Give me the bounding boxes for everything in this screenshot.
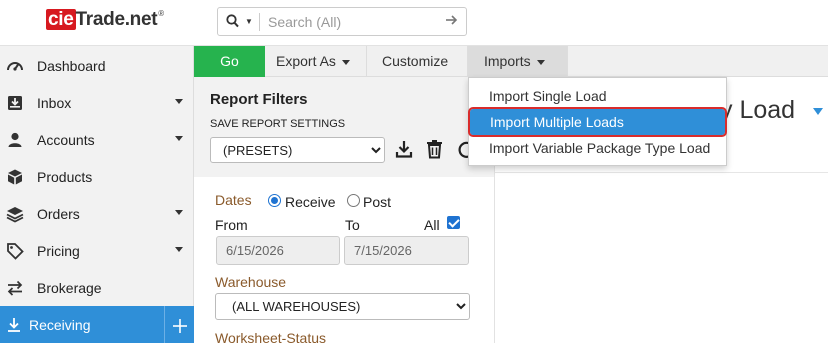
receive-radio[interactable]	[268, 194, 281, 207]
sidebar-item-label: Receiving	[29, 317, 91, 333]
report-title: y Load	[720, 96, 796, 124]
all-label: All	[424, 217, 440, 233]
search-scope-chevron-down-icon[interactable]: ▼	[245, 17, 253, 26]
dates-label: Dates	[215, 192, 252, 208]
inbox-icon	[6, 94, 24, 112]
to-date-input[interactable]	[344, 236, 469, 265]
sidebar-item-label: Dashboard	[37, 58, 106, 74]
imports-dropdown-menu: Import Single Load Import Multiple Loads…	[468, 77, 727, 166]
export-as-button[interactable]: Export As	[265, 46, 367, 77]
exchange-icon	[6, 279, 24, 297]
from-label: From	[215, 217, 248, 233]
sidebar-item-label: Accounts	[37, 132, 95, 148]
all-dates-checkbox[interactable]	[447, 216, 460, 229]
presets-select[interactable]: (PRESETS)	[210, 137, 385, 163]
sidebar-item-products[interactable]: Products	[0, 158, 194, 195]
go-button[interactable]: Go	[194, 46, 265, 77]
download-icon	[5, 316, 23, 334]
to-label: To	[345, 217, 360, 233]
menu-item-import-multiple-loads[interactable]: Import Multiple Loads	[468, 107, 727, 137]
menu-item-import-variable-package-type-load[interactable]: Import Variable Package Type Load	[469, 135, 726, 161]
worksheet-status-label: Worksheet-Status	[215, 330, 327, 346]
save-report-settings-label: SAVE REPORT SETTINGS	[210, 118, 346, 130]
report-filters-title: Report Filters	[210, 91, 308, 108]
sidebar-item-accounts[interactable]: Accounts	[0, 121, 194, 158]
sidebar: Dashboard Inbox Accounts Products Orders…	[0, 46, 194, 343]
dashboard-icon	[6, 57, 24, 75]
menu-item-import-single-load[interactable]: Import Single Load	[469, 83, 726, 109]
sidebar-item-receiving[interactable]: Receiving	[0, 306, 194, 343]
post-radio[interactable]	[347, 194, 360, 207]
imports-button[interactable]: Imports	[468, 46, 568, 77]
post-label: Post	[363, 194, 392, 210]
chevron-down-icon[interactable]	[175, 136, 183, 141]
warehouse-label: Warehouse	[215, 274, 287, 290]
cube-icon	[6, 168, 24, 186]
top-bar: cie Trade.net® ▼	[0, 0, 828, 46]
sidebar-item-inbox[interactable]: Inbox	[0, 84, 194, 121]
warehouse-select[interactable]: (ALL WAREHOUSES)	[215, 293, 470, 320]
sidebar-item-brokerage[interactable]: Brokerage	[0, 269, 194, 306]
report-toolbar: Go Export As Customize Imports	[194, 46, 828, 77]
sidebar-item-label: Inbox	[37, 95, 72, 111]
layers-icon	[6, 205, 24, 223]
sidebar-item-label: Orders	[37, 206, 80, 222]
logo-registered-mark: ®	[158, 9, 164, 18]
export-as-label: Export As	[276, 53, 336, 69]
sidebar-item-label: Pricing	[37, 243, 80, 259]
tag-icon	[6, 242, 24, 260]
user-icon	[6, 131, 24, 149]
plus-icon[interactable]	[172, 313, 188, 340]
receive-label: Receive	[285, 194, 336, 210]
global-search: ▼	[217, 7, 467, 36]
app-logo[interactable]: cie Trade.net®	[46, 9, 164, 31]
logo-text: Trade.net	[75, 9, 158, 30]
chevron-down-icon	[536, 59, 545, 65]
download-icon[interactable]	[395, 139, 415, 159]
logo-brand: cie	[46, 9, 76, 30]
sidebar-item-pricing[interactable]: Pricing	[0, 232, 194, 269]
imports-label: Imports	[484, 53, 531, 69]
sidebar-item-label: Brokerage	[37, 280, 102, 296]
search-submit-arrow-icon[interactable]	[445, 13, 458, 30]
chevron-down-icon[interactable]	[175, 210, 183, 215]
filters-header: Report Filters SAVE REPORT SETTINGS (PRE…	[194, 77, 494, 177]
report-title-chevron-down-icon[interactable]	[813, 108, 823, 115]
chevron-down-icon[interactable]	[175, 99, 183, 104]
customize-button[interactable]: Customize	[367, 46, 468, 77]
chevron-down-icon	[341, 59, 350, 65]
search-divider	[259, 13, 260, 31]
search-icon[interactable]	[226, 14, 239, 31]
sidebar-item-orders[interactable]: Orders	[0, 195, 194, 232]
trash-icon[interactable]	[426, 139, 446, 159]
chevron-down-icon[interactable]	[175, 247, 183, 252]
sidebar-item-label: Products	[37, 169, 93, 185]
search-input[interactable]	[266, 11, 436, 32]
sidebar-item-dashboard[interactable]: Dashboard	[0, 47, 194, 84]
from-date-input[interactable]	[216, 236, 340, 265]
report-filters-panel: Report Filters SAVE REPORT SETTINGS (PRE…	[194, 77, 494, 346]
